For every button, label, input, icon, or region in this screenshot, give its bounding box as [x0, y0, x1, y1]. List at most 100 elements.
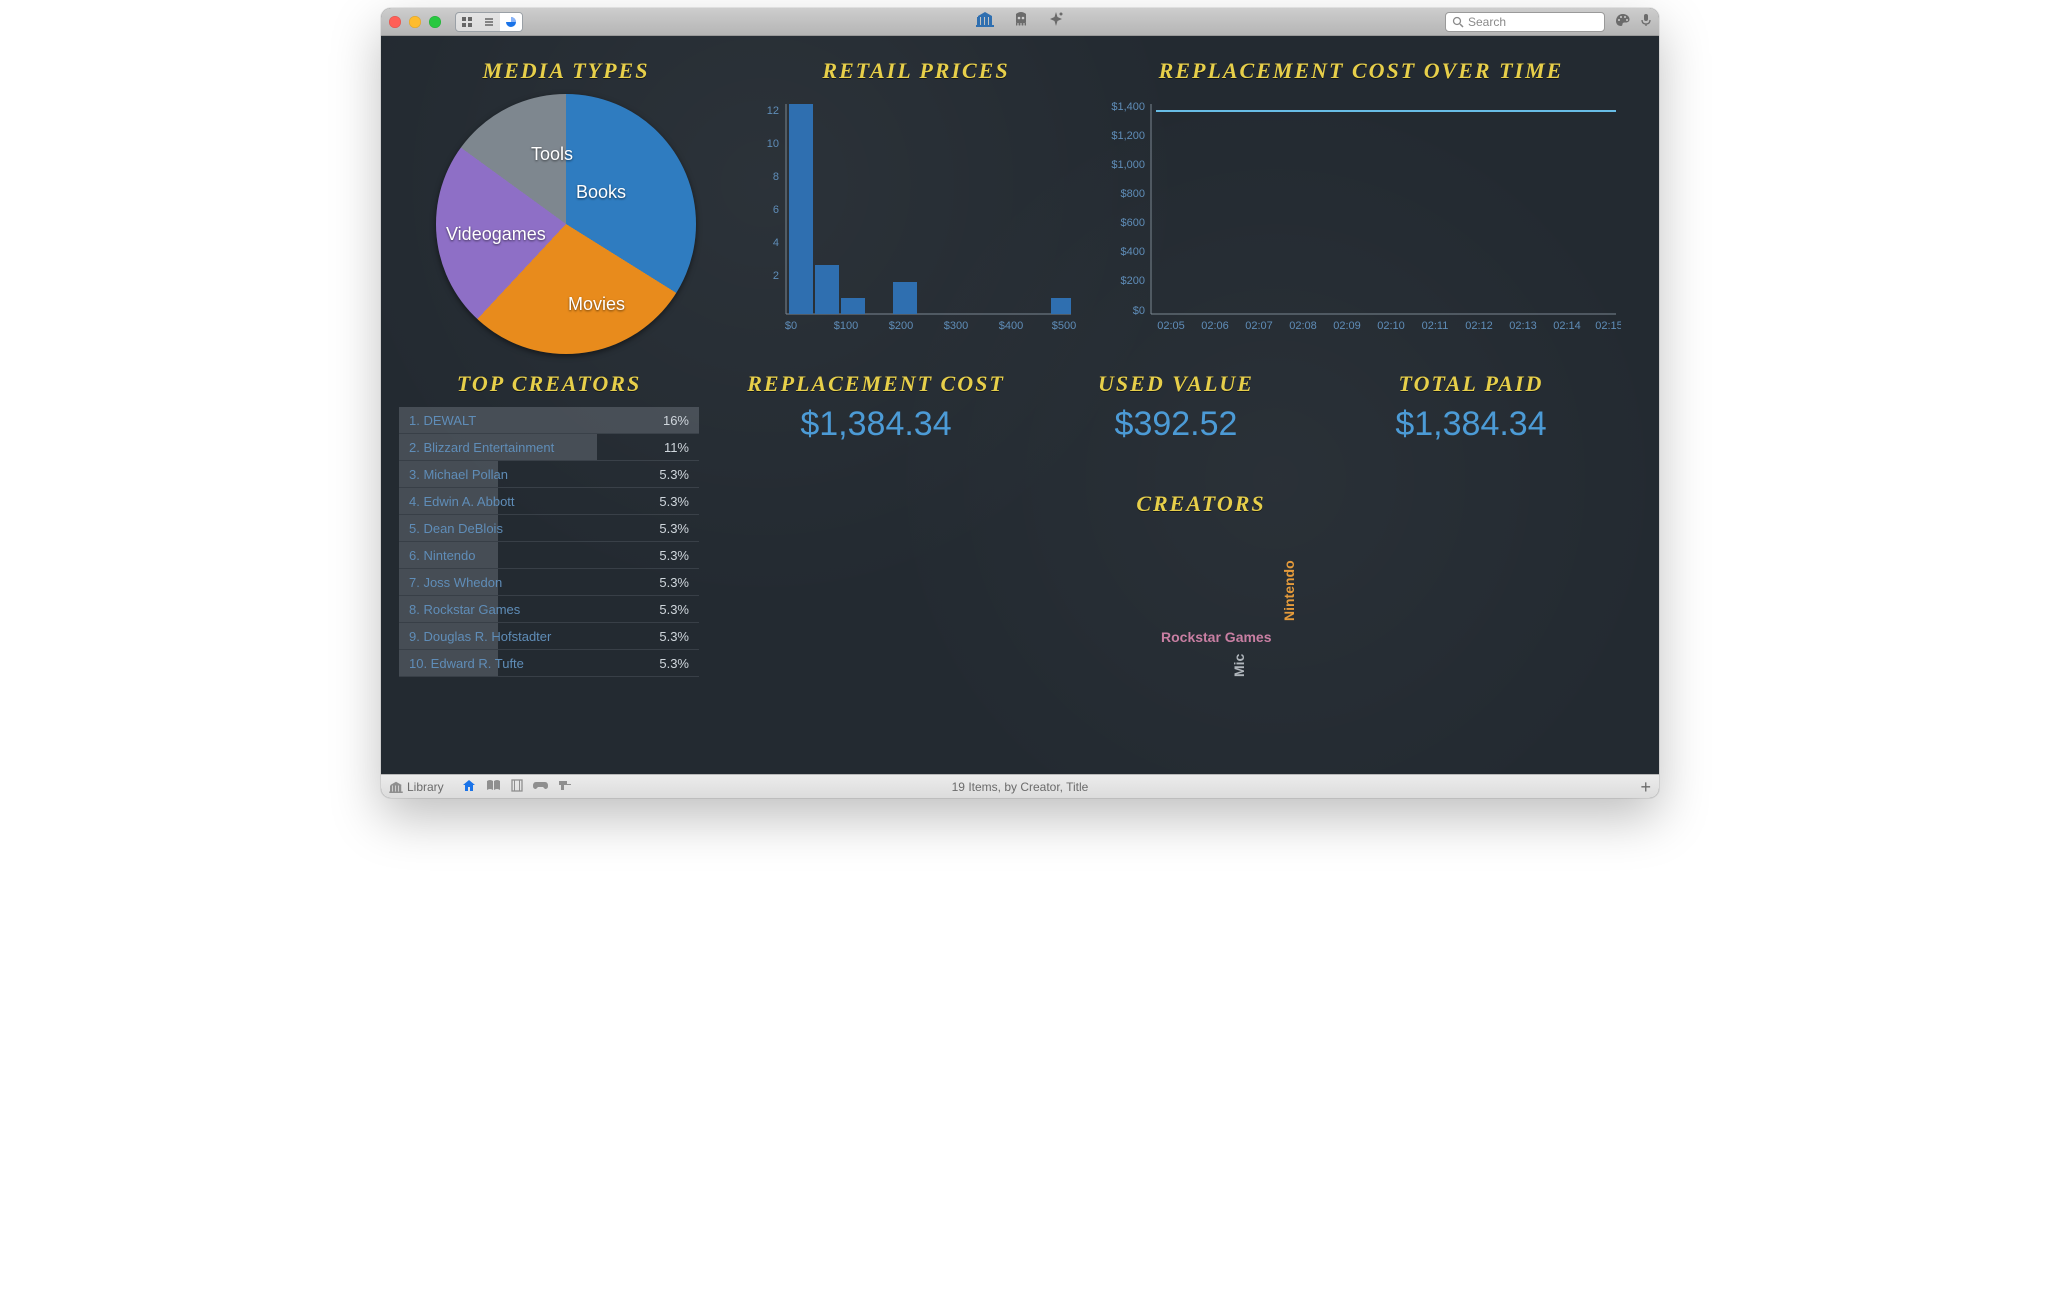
svg-text:02:07: 02:07 — [1245, 320, 1273, 332]
gamepad-icon[interactable] — [533, 779, 548, 795]
top-creator-row[interactable]: 4. Edwin A. Abbott5.3% — [399, 488, 699, 515]
svg-text:02:05: 02:05 — [1157, 320, 1185, 332]
svg-text:10: 10 — [767, 138, 779, 150]
top-creator-row[interactable]: 1. DEWALT 16% — [399, 407, 699, 434]
top-creator-pct: 5.3% — [659, 521, 689, 536]
window-controls — [389, 16, 441, 28]
top-creator-row[interactable]: 2. Blizzard Entertainment11% — [399, 434, 699, 461]
drill-icon[interactable] — [558, 779, 572, 795]
svg-text:02:09: 02:09 — [1333, 320, 1361, 332]
svg-text:$400: $400 — [1121, 246, 1145, 258]
stat-used-value: USED VALUE $392.52 — [1061, 371, 1291, 444]
top-creator-pct: 5.3% — [659, 548, 689, 563]
svg-text:$400: $400 — [999, 320, 1023, 332]
book-icon[interactable] — [486, 779, 501, 795]
svg-text:02:08: 02:08 — [1289, 320, 1317, 332]
top-creator-row[interactable]: 9. Douglas R. Hofstadter 5.3% — [399, 623, 699, 650]
stat-used-amount: $392.52 — [1061, 405, 1291, 444]
retail-prices-chart: 12 10 8 6 4 2 $0 $100 $200 $300 $400 $50… — [751, 84, 1081, 344]
top-creator-row[interactable]: 6. Nintendo 5.3% — [399, 542, 699, 569]
svg-text:02:11: 02:11 — [1422, 320, 1449, 332]
top-creator-name: 9. Douglas R. Hofstadter — [409, 629, 551, 644]
stat-used-title: USED VALUE — [1061, 371, 1291, 397]
search-placeholder: Search — [1468, 15, 1506, 29]
top-creator-row[interactable]: 8. Rockstar Games5.3% — [399, 596, 699, 623]
top-creator-pct: 5.3% — [659, 656, 689, 671]
media-types-title: MEDIA TYPES — [421, 58, 711, 84]
replacement-over-time-chart: $1,400 $1,200 $1,000 $800 $600 $400 $200… — [1101, 84, 1621, 344]
retail-prices-title: RETAIL PRICES — [751, 58, 1081, 84]
top-creator-name: 6. Nintendo — [409, 548, 476, 563]
top-creator-pct: 5.3% — [659, 629, 689, 644]
app-window: Search MEDIA TYPES Books Movies Videogam… — [381, 8, 1659, 798]
minimize-button[interactable] — [409, 16, 421, 28]
search-input[interactable]: Search — [1445, 12, 1605, 32]
svg-text:02:15: 02:15 — [1595, 320, 1621, 332]
svg-text:$1,200: $1,200 — [1111, 130, 1145, 142]
close-button[interactable] — [389, 16, 401, 28]
top-creator-pct: 5.3% — [659, 602, 689, 617]
mic-icon[interactable] — [1641, 13, 1651, 30]
cloud-rockstar: Rockstar Games — [1161, 629, 1272, 645]
stat-total-paid: TOTAL PAID $1,384.34 — [1341, 371, 1601, 444]
top-creator-name: 4. Edwin A. Abbott — [409, 494, 515, 509]
monster-icon[interactable] — [1012, 11, 1030, 32]
view-mode-segmented[interactable] — [455, 12, 523, 32]
replacement-over-time-section: REPLACEMENT COST OVER TIME $1,400 $1,200… — [1101, 58, 1621, 349]
svg-text:4: 4 — [773, 237, 779, 249]
svg-text:$0: $0 — [785, 320, 797, 332]
search-icon — [1452, 16, 1464, 28]
svg-text:02:06: 02:06 — [1201, 320, 1229, 332]
grid-view-icon[interactable] — [456, 13, 478, 31]
top-creator-row[interactable]: 10. Edward R. Tufte 5.3% — [399, 650, 699, 677]
stat-paid-title: TOTAL PAID — [1341, 371, 1601, 397]
top-creator-pct: 5.3% — [659, 575, 689, 590]
top-creator-name: 10. Edward R. Tufte — [409, 656, 524, 671]
creators-cloud-title: CREATORS — [1061, 491, 1341, 517]
top-creators-list: 1. DEWALT 16% 2. Blizzard Entertainment11%… — [399, 407, 699, 677]
top-creator-row[interactable]: 5. Dean DeBlois5.3% — [399, 515, 699, 542]
svg-text:$500: $500 — [1052, 320, 1076, 332]
top-creator-pct: 16% — [663, 413, 689, 428]
pie-label-tools: Tools — [531, 144, 573, 165]
svg-text:8: 8 — [773, 171, 779, 183]
zoom-button[interactable] — [429, 16, 441, 28]
svg-text:02:12: 02:12 — [1465, 320, 1493, 332]
replacement-over-time-title: REPLACEMENT COST OVER TIME — [1101, 58, 1621, 84]
chart-view-icon[interactable] — [500, 13, 522, 31]
retail-prices-section: RETAIL PRICES 12 10 8 6 4 2 $0 $100 $200… — [751, 58, 1081, 349]
bottom-category-icons — [462, 779, 572, 795]
svg-text:02:14: 02:14 — [1553, 320, 1581, 332]
library-icon[interactable] — [976, 11, 994, 32]
svg-text:$0: $0 — [1133, 305, 1145, 317]
stat-paid-amount: $1,384.34 — [1341, 405, 1601, 444]
status-text: 19 Items, by Creator, Title — [952, 780, 1089, 794]
stat-replacement-cost: REPLACEMENT COST $1,384.34 — [726, 371, 1026, 444]
film-icon[interactable] — [511, 779, 523, 795]
top-creator-name: 7. Joss Whedon — [409, 575, 502, 590]
top-creator-row[interactable]: 7. Joss Whedon 5.3% — [399, 569, 699, 596]
home-icon[interactable] — [462, 779, 476, 795]
svg-text:$1,000: $1,000 — [1111, 159, 1145, 171]
svg-text:$300: $300 — [944, 320, 968, 332]
titlebar: Search — [381, 8, 1659, 36]
top-creator-row[interactable]: 3. Michael Pollan5.3% — [399, 461, 699, 488]
svg-text:$800: $800 — [1121, 188, 1145, 200]
svg-text:12: 12 — [767, 105, 779, 117]
palette-icon[interactable] — [1615, 13, 1631, 30]
top-creator-name: 1. DEWALT — [409, 413, 476, 428]
list-view-icon[interactable] — [478, 13, 500, 31]
media-types-section: MEDIA TYPES Books Movies Videogames Tool… — [421, 58, 711, 354]
center-mode-icons — [976, 11, 1064, 32]
library-label[interactable]: Library — [389, 780, 444, 794]
svg-text:$600: $600 — [1121, 217, 1145, 229]
creators-cloud-section: CREATORS Rockstar Games Nintendo Mic — [1061, 491, 1341, 727]
add-button[interactable]: + — [1640, 778, 1651, 796]
svg-text:6: 6 — [773, 204, 779, 216]
library-small-icon — [389, 781, 403, 793]
svg-text:2: 2 — [773, 270, 779, 282]
svg-text:02:13: 02:13 — [1509, 320, 1537, 332]
sparkle-icon[interactable] — [1048, 11, 1064, 32]
stat-replacement-title: REPLACEMENT COST — [726, 371, 1026, 397]
top-creator-name: 3. Michael Pollan — [409, 467, 508, 482]
